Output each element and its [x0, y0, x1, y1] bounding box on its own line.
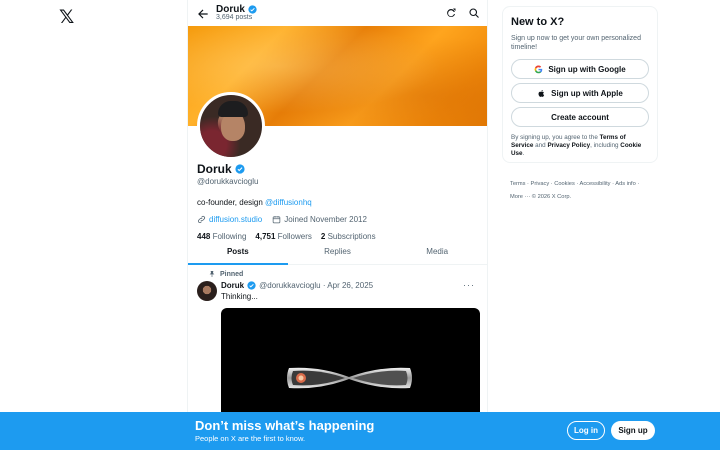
login-button[interactable]: Log in: [567, 421, 605, 440]
calendar-icon: [272, 216, 281, 224]
bio-text: co-founder, design: [197, 198, 266, 207]
profile-info: Doruk @dorukkavcioglu co-founder, design…: [197, 162, 478, 241]
profile-meta: diffusion.studio Joined November 2012: [197, 215, 478, 224]
pinned-indicator: Pinned: [208, 270, 243, 278]
bottom-signup-banner: Don’t miss what’s happening People on X …: [0, 412, 720, 450]
pinned-label: Pinned: [220, 270, 244, 278]
signup-card: New to X? Sign up now to get your own pe…: [502, 6, 658, 163]
website-link[interactable]: diffusion.studio: [209, 215, 262, 224]
more-options-icon[interactable]: ···: [463, 280, 475, 290]
verified-badge-icon: [247, 281, 256, 290]
post-author-avatar[interactable]: [197, 281, 217, 301]
apple-signup-button[interactable]: Sign up with Apple: [511, 83, 649, 103]
joined-text: Joined November 2012: [284, 215, 367, 224]
profile-tabs: Posts Replies Media: [188, 238, 487, 265]
legal-and: and: [533, 142, 548, 149]
profile-header-bar: Doruk 3,694 posts: [188, 0, 487, 26]
signup-title: New to X?: [511, 16, 565, 28]
post-author-name[interactable]: Doruk: [221, 281, 244, 290]
post-handle-date[interactable]: @dorukkavcioglu · Apr 26, 2025: [259, 281, 373, 290]
google-signup-button[interactable]: Sign up with Google: [511, 59, 649, 79]
google-signup-label: Sign up with Google: [548, 64, 626, 74]
apple-signup-label: Sign up with Apple: [551, 88, 623, 98]
x-logo-icon[interactable]: 𝕏: [59, 8, 77, 27]
banner-title: Don’t miss what’s happening: [195, 418, 375, 433]
website-item: diffusion.studio: [197, 215, 262, 224]
pin-icon: [209, 271, 215, 277]
avatar-face: [221, 113, 245, 141]
refresh-icon[interactable]: [445, 7, 457, 19]
profile-handle: @dorukkavcioglu: [197, 177, 259, 186]
bowtie-render-image: [287, 367, 412, 389]
back-arrow-icon[interactable]: [196, 7, 210, 21]
tab-media[interactable]: Media: [387, 238, 487, 264]
post-media[interactable]: [221, 308, 480, 418]
link-icon: [198, 216, 205, 223]
privacy-link[interactable]: Privacy Policy: [547, 142, 590, 149]
legal-incl: , including: [590, 142, 621, 149]
signup-legal: By signing up, you agree to the Terms of…: [511, 134, 649, 158]
footer-line-2[interactable]: More ··· © 2026 X Corp.: [510, 191, 660, 204]
footer-line-1[interactable]: Terms · Privacy · Cookies · Accessibilit…: [510, 178, 660, 191]
signup-subtitle: Sign up now to get your own personalized…: [511, 35, 641, 51]
tab-posts[interactable]: Posts: [188, 238, 288, 265]
tab-replies[interactable]: Replies: [288, 238, 388, 264]
legal-end: .: [522, 150, 525, 157]
posts-count: 3,694 posts: [216, 14, 253, 21]
profile-avatar[interactable]: [197, 92, 265, 160]
banner-subtitle: People on X are the first to know.: [195, 434, 306, 443]
legal-pre: By signing up, you agree to the: [511, 134, 600, 141]
create-account-button[interactable]: Create account: [511, 107, 649, 127]
verified-badge-icon: [235, 164, 245, 174]
profile-bio: co-founder, design @diffusionhq: [197, 198, 478, 207]
post-header: Doruk @dorukkavcioglu · Apr 26, 2025: [221, 281, 373, 290]
footer-links[interactable]: Terms · Privacy · Cookies · Accessibilit…: [510, 178, 660, 204]
profile-name: Doruk: [197, 162, 478, 176]
profile-name-text: Doruk: [197, 162, 232, 176]
search-icon[interactable]: [468, 7, 480, 19]
signup-button[interactable]: Sign up: [611, 421, 655, 440]
post-text: Thinking...: [221, 292, 258, 301]
bio-mention-link[interactable]: @diffusionhq: [265, 198, 312, 207]
avatar-cap: [218, 101, 248, 117]
google-icon: [534, 64, 543, 73]
verified-badge-icon: [248, 5, 257, 14]
apple-icon: [538, 89, 545, 97]
joined-item: Joined November 2012: [272, 215, 367, 224]
create-account-label: Create account: [551, 112, 609, 122]
profile-column: Doruk 3,694 posts Doruk @dorukkavcioglu …: [187, 0, 488, 450]
